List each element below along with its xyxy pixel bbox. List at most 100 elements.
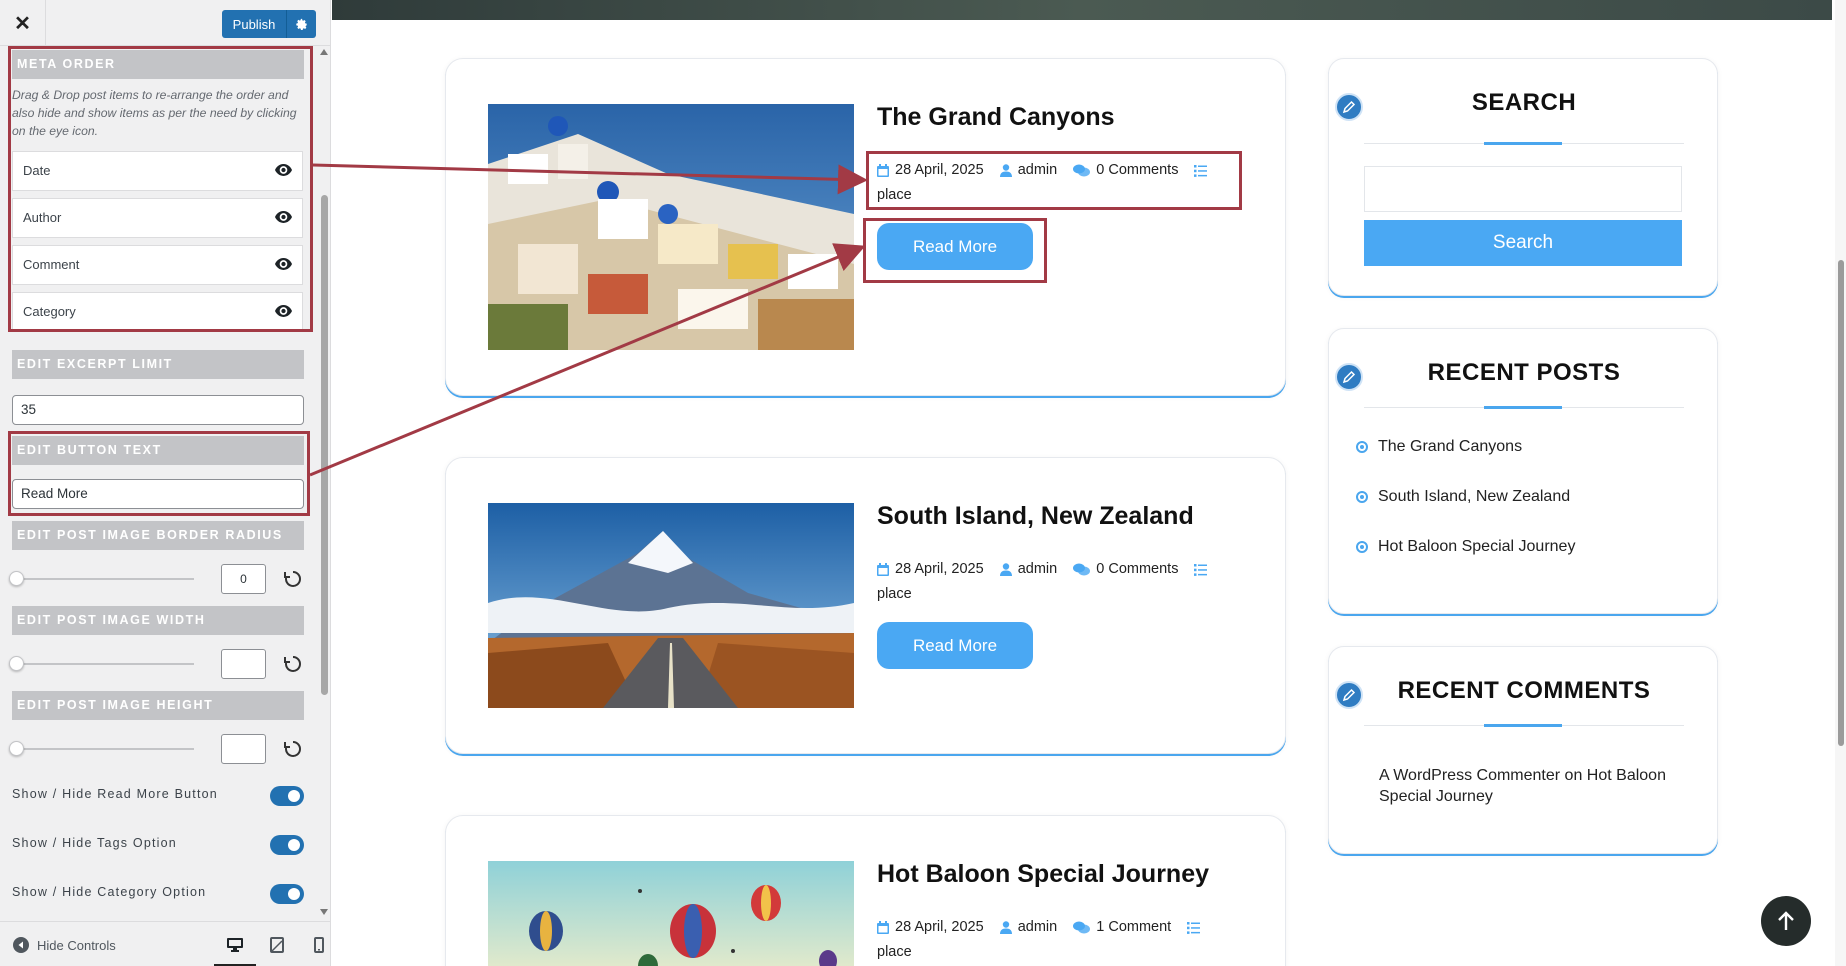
gear-icon	[296, 18, 307, 30]
post-author[interactable]: admin	[999, 558, 1057, 580]
search-input[interactable]	[1364, 166, 1682, 212]
image-height-input[interactable]	[221, 734, 266, 764]
recent-post-link[interactable]: Hot Baloon Special Journey	[1356, 538, 1575, 556]
border-radius-input[interactable]: 0	[221, 564, 266, 594]
post-image[interactable]	[488, 861, 854, 966]
meta-item-category[interactable]: Category	[12, 292, 303, 332]
post-category[interactable]: place	[877, 944, 912, 960]
post-comments[interactable]: 0 Comments	[1073, 558, 1178, 580]
scrollbar-thumb[interactable]	[321, 195, 328, 695]
customizer-scrollbar[interactable]	[318, 47, 330, 921]
image-width-heading: EDIT POST IMAGE WIDTH	[12, 606, 304, 635]
recent-comments-title: RECENT COMMENTS	[1397, 677, 1651, 704]
post-meta: 28 April, 2025 admin 1 Comment place	[877, 916, 1237, 963]
post-category-icon-wrap	[1187, 921, 1201, 934]
mountain-road-image	[488, 503, 854, 708]
reset-icon[interactable]	[283, 739, 303, 759]
tags-toggle[interactable]	[270, 835, 304, 855]
scroll-to-top-button[interactable]	[1761, 896, 1811, 946]
balloons-image	[488, 861, 854, 966]
publish-settings-button[interactable]	[287, 18, 316, 31]
post-date[interactable]: 28 April, 2025	[877, 916, 984, 938]
image-width-input[interactable]	[221, 649, 266, 679]
calendar-icon	[877, 163, 889, 177]
button-text-input[interactable]: Read More	[12, 479, 304, 509]
eye-icon[interactable]	[275, 164, 292, 176]
post-category[interactable]: place	[877, 187, 912, 203]
image-width-slider-handle[interactable]	[9, 656, 24, 671]
read-more-button[interactable]: Read More	[877, 223, 1033, 270]
meta-item-date[interactable]: Date	[12, 151, 303, 191]
border-radius-slider-handle[interactable]	[9, 571, 24, 586]
eye-icon[interactable]	[275, 211, 292, 223]
scrollbar-thumb[interactable]	[1838, 260, 1844, 746]
post-author[interactable]: admin	[999, 916, 1057, 938]
eye-icon[interactable]	[275, 305, 292, 317]
preview-scrollbar[interactable]	[1835, 0, 1846, 966]
meta-item-comment[interactable]: Comment	[12, 245, 303, 285]
reset-icon[interactable]	[283, 654, 303, 674]
arrow-up-icon	[1778, 911, 1794, 930]
post-title[interactable]: South Island, New Zealand	[877, 502, 1194, 531]
list-icon	[1194, 563, 1208, 576]
post-category[interactable]: place	[877, 586, 912, 602]
recent-post-link[interactable]: The Grand Canyons	[1356, 438, 1522, 456]
comments-icon	[1073, 921, 1091, 933]
toggle-label-tags: Show / Hide Tags Option	[12, 836, 177, 850]
hide-controls-button[interactable]: Hide Controls	[13, 937, 116, 953]
scroll-up-arrow[interactable]	[320, 49, 328, 55]
toggle-label-read-more: Show / Hide Read More Button	[12, 787, 218, 801]
user-icon	[999, 163, 1012, 177]
post-title[interactable]: Hot Baloon Special Journey	[877, 860, 1209, 889]
close-customizer-button[interactable]: ✕	[0, 0, 46, 46]
image-height-slider[interactable]	[16, 748, 194, 750]
calendar-icon	[877, 562, 889, 576]
site-preview: The Grand Canyons 28 April, 2025 admin 0…	[332, 0, 1846, 966]
customizer-controls: META ORDER Drag & Drop post items to re-…	[0, 47, 330, 921]
list-icon	[1187, 921, 1201, 934]
tablet-preview-button[interactable]	[256, 922, 298, 966]
post-title[interactable]: The Grand Canyons	[877, 103, 1115, 132]
excerpt-limit-heading: EDIT EXCERPT LIMIT	[12, 350, 304, 379]
publish-button-group[interactable]: Publish	[222, 10, 316, 38]
meta-item-author[interactable]: Author	[12, 198, 303, 238]
calendar-icon	[877, 920, 889, 934]
customizer-footer: Hide Controls	[0, 921, 330, 966]
reset-icon[interactable]	[283, 569, 303, 589]
post-card: Hot Baloon Special Journey 28 April, 202…	[445, 815, 1286, 966]
excerpt-limit-input[interactable]: 35	[12, 395, 304, 425]
desktop-preview-button[interactable]	[214, 922, 256, 966]
comment-author-link[interactable]: A WordPress Commenter	[1379, 767, 1560, 784]
post-card: South Island, New Zealand 28 April, 2025…	[445, 457, 1286, 754]
recent-post-link[interactable]: South Island, New Zealand	[1356, 488, 1570, 506]
comments-icon	[1073, 563, 1091, 575]
bullet-icon	[1356, 491, 1368, 503]
post-image[interactable]	[488, 104, 854, 350]
post-card: The Grand Canyons 28 April, 2025 admin 0…	[445, 58, 1286, 396]
eye-icon[interactable]	[275, 258, 292, 270]
search-widget-title: SEARCH	[1471, 89, 1577, 116]
mobile-preview-button[interactable]	[298, 922, 330, 966]
post-date[interactable]: 28 April, 2025	[877, 558, 984, 580]
recent-comment-entry: A WordPress Commenter on Hot Baloon Spec…	[1379, 767, 1666, 805]
post-category-icon-wrap	[1194, 164, 1208, 177]
header-image-strip	[332, 0, 1832, 20]
recent-posts-title: RECENT POSTS	[1427, 359, 1621, 386]
scroll-down-arrow[interactable]	[320, 909, 328, 915]
search-button[interactable]: Search	[1364, 220, 1682, 266]
post-image[interactable]	[488, 503, 854, 708]
desktop-icon	[227, 937, 243, 952]
read-more-button[interactable]: Read More	[877, 622, 1033, 669]
image-height-slider-handle[interactable]	[9, 741, 24, 756]
bullet-icon	[1356, 541, 1368, 553]
publish-button[interactable]: Publish	[222, 17, 286, 32]
post-comments[interactable]: 0 Comments	[1073, 159, 1178, 181]
border-radius-slider[interactable]	[16, 578, 194, 580]
comments-icon	[1073, 164, 1091, 176]
image-width-slider[interactable]	[16, 663, 194, 665]
post-comments[interactable]: 1 Comment	[1073, 916, 1171, 938]
category-toggle[interactable]	[270, 884, 304, 904]
post-date[interactable]: 28 April, 2025	[877, 159, 984, 181]
post-author[interactable]: admin	[999, 159, 1057, 181]
read-more-toggle[interactable]	[270, 786, 304, 806]
